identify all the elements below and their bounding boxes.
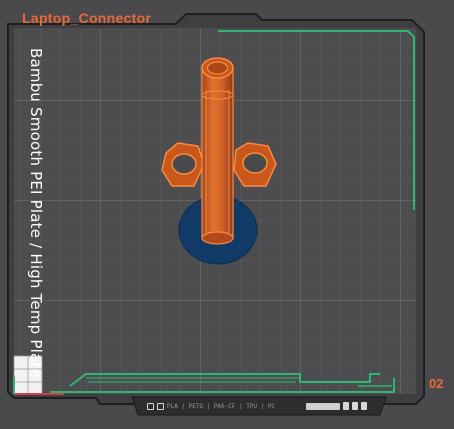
delete-icon[interactable] bbox=[361, 402, 367, 410]
model-rod[interactable] bbox=[201, 57, 234, 245]
model-nut-right[interactable] bbox=[233, 142, 277, 187]
plate-number[interactable]: 02 bbox=[429, 376, 443, 391]
filament-list: PLA | PETG | PA6-CF | TPU | PC bbox=[167, 402, 276, 410]
lock-icon[interactable] bbox=[343, 402, 349, 410]
copy-icon[interactable] bbox=[352, 402, 358, 410]
plate-name-field[interactable] bbox=[306, 402, 340, 410]
plate-name: Laptop_Connector bbox=[22, 10, 152, 26]
plate-type-label: Bambu Smooth PEI Plate / High Temp Plate bbox=[27, 48, 45, 378]
grid-icon[interactable] bbox=[147, 402, 154, 410]
build-plate-viewport[interactable] bbox=[0, 0, 454, 429]
bottom-toolbar: PLA | PETG | PA6-CF | TPU | PC bbox=[143, 399, 371, 413]
layout-icon[interactable] bbox=[157, 402, 164, 410]
